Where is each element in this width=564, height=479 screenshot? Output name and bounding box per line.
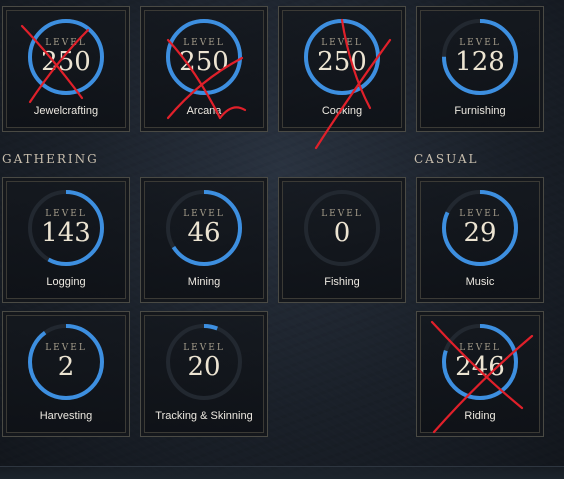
level-value: 20	[187, 352, 221, 382]
skill-card-tracking-skinning[interactable]: LEVEL 20 Tracking & Skinning	[140, 311, 268, 437]
level-value: 143	[41, 218, 91, 248]
skill-card-jewelcrafting[interactable]: LEVEL 250 Jewelcrafting	[2, 6, 130, 132]
level-value: 250	[41, 47, 91, 77]
skill-name: Arcana	[186, 105, 222, 117]
level-value: 46	[187, 218, 221, 248]
bottom-bar	[0, 466, 564, 479]
skill-card-arcana[interactable]: LEVEL 250 Arcana	[140, 6, 268, 132]
skill-name: Logging	[46, 276, 86, 288]
skill-card-logging[interactable]: LEVEL 143 Logging	[2, 177, 130, 303]
level-value: 246	[455, 352, 505, 382]
skill-card-mining[interactable]: LEVEL 46 Mining	[140, 177, 268, 303]
level-value: 250	[179, 47, 229, 77]
skill-card-cooking[interactable]: LEVEL 250 Cooking	[278, 6, 406, 132]
level-value: 2	[57, 352, 75, 382]
skill-name: Fishing	[324, 276, 360, 288]
skill-name: Jewelcrafting	[33, 105, 99, 117]
skill-card-riding[interactable]: LEVEL 246 Riding	[416, 311, 544, 437]
skill-name: Riding	[464, 410, 496, 422]
skill-name: Tracking & Skinning	[155, 410, 253, 422]
skill-name: Harvesting	[39, 410, 93, 422]
level-value: 29	[463, 218, 497, 248]
level-value: 0	[333, 218, 351, 248]
level-value: 128	[455, 47, 505, 77]
skill-name: Furnishing	[454, 105, 506, 117]
skill-name: Cooking	[321, 105, 363, 117]
skill-card-music[interactable]: LEVEL 29 Music	[416, 177, 544, 303]
skill-name: Mining	[187, 276, 221, 288]
skill-card-furnishing[interactable]: LEVEL 128 Furnishing	[416, 6, 544, 132]
skill-name: Music	[465, 276, 495, 288]
skill-card-harvesting[interactable]: LEVEL 2 Harvesting	[2, 311, 130, 437]
level-value: 250	[317, 47, 367, 77]
section-casual-title: CASUAL	[414, 152, 479, 166]
section-gathering-title: GATHERING	[2, 152, 99, 166]
skill-card-fishing[interactable]: LEVEL 0 Fishing	[278, 177, 406, 303]
